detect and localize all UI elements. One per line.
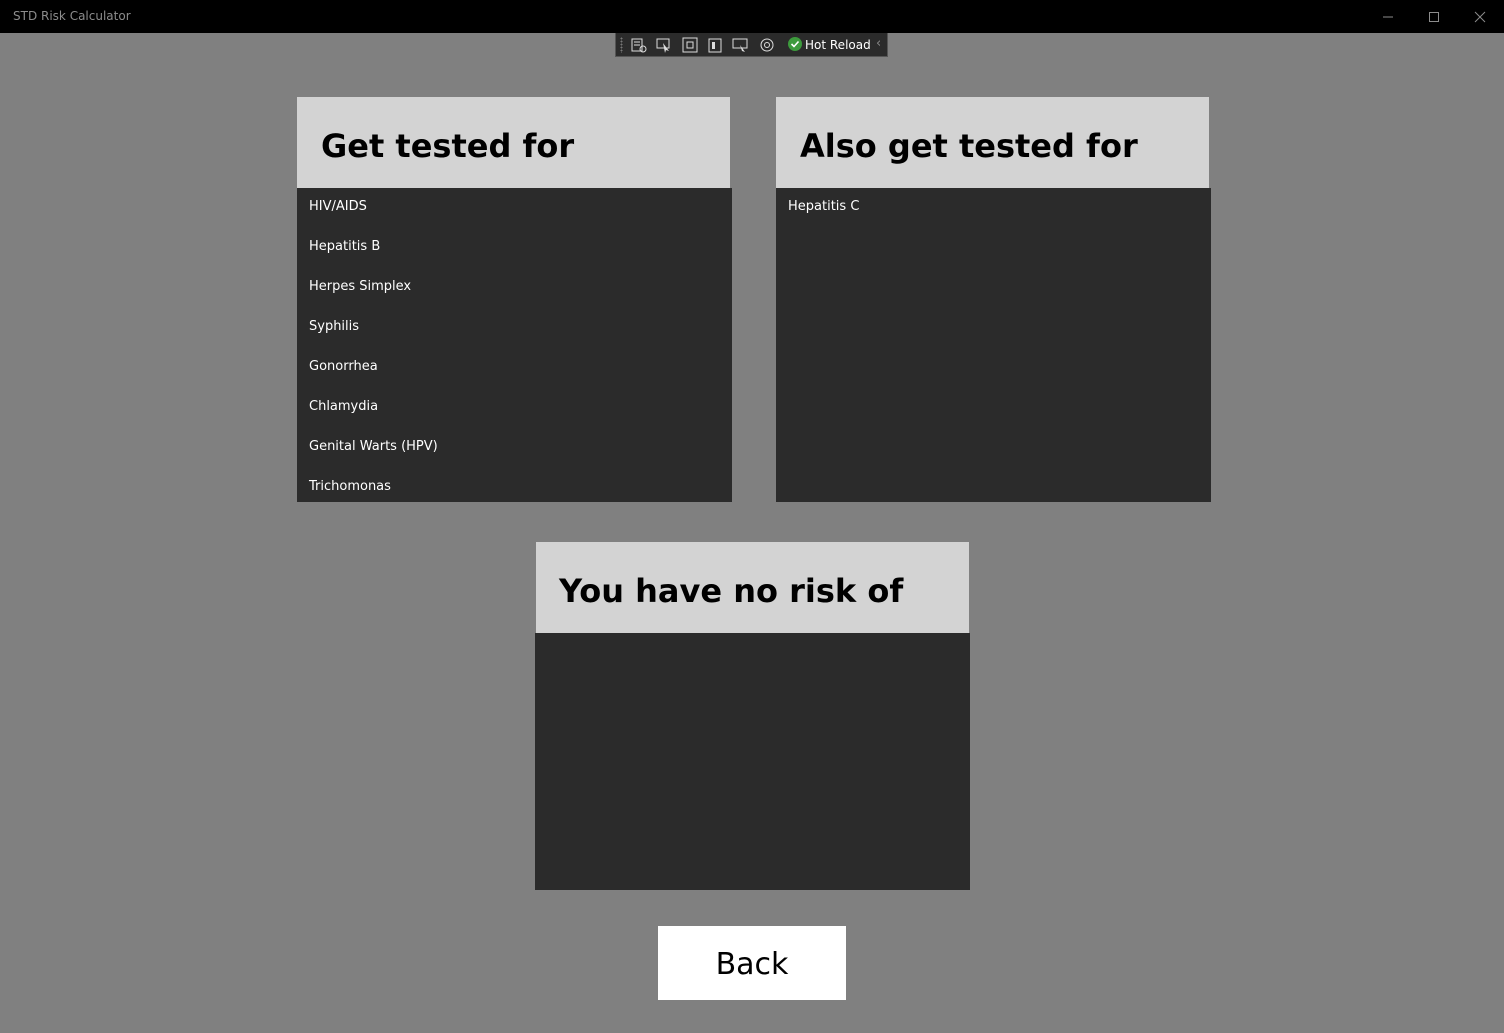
back-button[interactable]: Back [658,926,846,1000]
maximize-icon [1429,12,1439,22]
get-tested-title: Get tested for [321,127,575,165]
minimize-icon [1383,16,1393,18]
list-item[interactable]: HIV/AIDS [309,199,367,214]
minimize-button[interactable] [1365,0,1411,33]
get-tested-header: Get tested for [297,97,730,188]
also-tested-title: Also get tested for [800,127,1138,165]
list-item[interactable]: Syphilis [309,319,359,334]
track-focus-icon[interactable] [706,36,724,54]
close-button[interactable] [1457,0,1503,33]
window-titlebar: STD Risk Calculator [0,0,1504,33]
window-title: STD Risk Calculator [13,9,131,23]
toolbar-grip[interactable] [620,37,623,53]
select-element-icon[interactable] [655,36,673,54]
no-risk-header: You have no risk of [536,542,969,633]
display-layout-adorners-icon[interactable] [681,36,699,54]
back-button-label: Back [715,946,789,982]
list-item[interactable]: Genital Warts (HPV) [309,439,438,454]
list-item[interactable]: Hepatitis C [788,199,859,214]
maximize-button[interactable] [1411,0,1457,33]
list-item[interactable]: Hepatitis B [309,239,380,254]
list-item[interactable]: Gonorrhea [309,359,378,374]
xaml-hot-reload-icon[interactable] [758,36,776,54]
list-item[interactable]: Chlamydia [309,399,378,414]
hot-reload-label: Hot Reload [805,38,871,52]
chevron-left-icon[interactable]: ‹ [876,36,881,51]
list-item[interactable]: Herpes Simplex [309,279,411,294]
hot-reload-status[interactable]: Hot Reload [788,37,871,52]
no-risk-list[interactable] [535,633,970,890]
check-icon [788,37,802,51]
binding-failures-icon[interactable] [731,36,749,54]
close-icon [1474,11,1486,23]
also-tested-list[interactable]: Hepatitis C [776,188,1211,502]
get-tested-list[interactable]: HIV/AIDS Hepatitis B Herpes Simplex Syph… [297,188,732,502]
also-tested-header: Also get tested for [776,97,1209,188]
list-item[interactable]: Trichomonas [309,479,391,494]
no-risk-title: You have no risk of [559,572,904,610]
xaml-devtools-toolbar: Hot Reload ‹ [615,33,888,57]
live-visual-tree-icon[interactable] [630,36,648,54]
